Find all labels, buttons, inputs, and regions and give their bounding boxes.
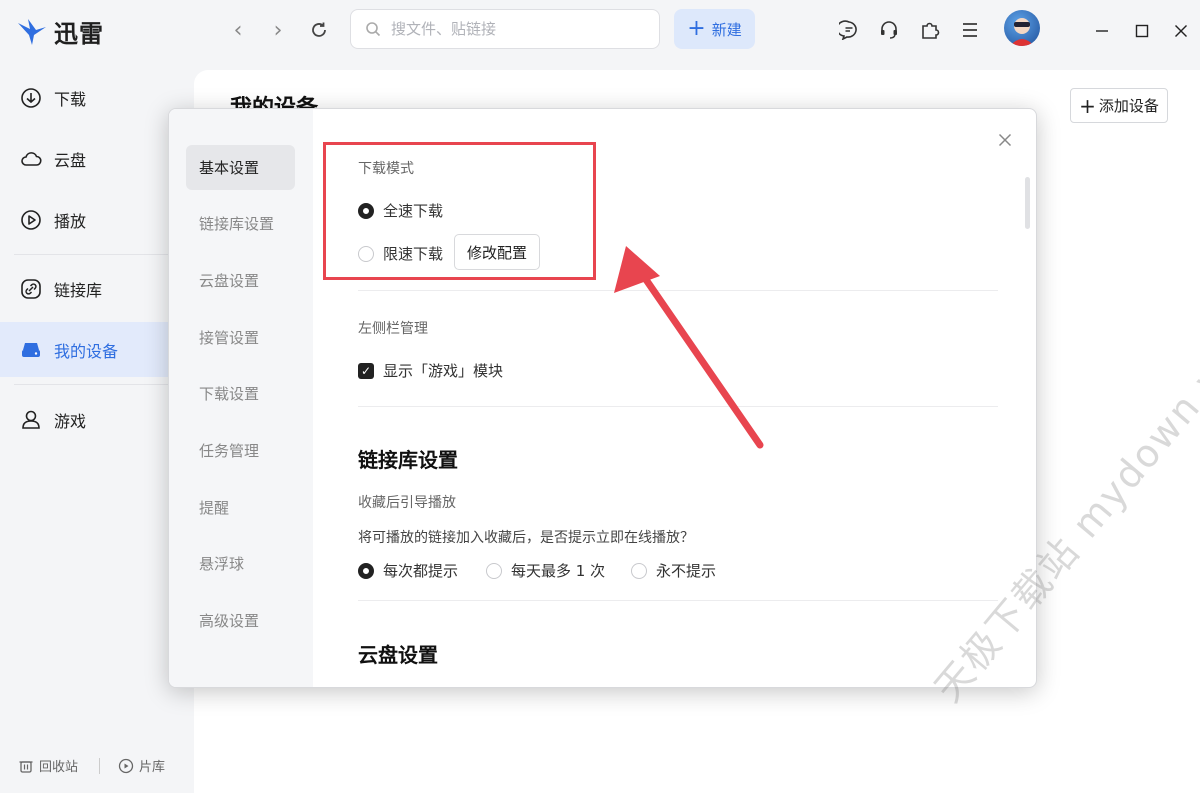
settings-nav: 基本设置 链接库设置 云盘设置 接管设置 下载设置 任务管理 提醒 悬浮球 高级… [169, 109, 313, 687]
link-icon [21, 278, 41, 299]
show-games-checkbox[interactable]: ✓ 显示「游戏」模块 [358, 360, 503, 381]
settings-nav-reminders[interactable]: 提醒 [186, 485, 295, 530]
app-logo: 迅雷 [16, 14, 104, 49]
settings-dialog: 基本设置 链接库设置 云盘设置 接管设置 下载设置 任务管理 提醒 悬浮球 高级… [168, 108, 1037, 688]
minimize-button[interactable] [1089, 18, 1115, 44]
user-icon [22, 410, 40, 429]
sidebar-item-my-devices[interactable]: 我的设备 [0, 322, 190, 377]
close-icon [1175, 25, 1187, 37]
menu-button[interactable] [957, 17, 983, 43]
download-icon [21, 87, 41, 108]
film-library-icon [118, 758, 134, 773]
radio-unselected-icon [486, 562, 502, 579]
settings-nav-takeover[interactable]: 接管设置 [186, 315, 295, 360]
settings-nav-download[interactable]: 下载设置 [186, 371, 295, 416]
settings-nav-advanced[interactable]: 高级设置 [186, 598, 295, 643]
sidebar-item-games[interactable]: 游戏 [0, 392, 194, 447]
sidebar-item-label: 我的设备 [54, 341, 119, 361]
search-box[interactable] [350, 9, 660, 49]
hamburger-menu-icon [963, 23, 977, 37]
recycle-bin-link[interactable]: 回收站 [18, 756, 78, 775]
sidebar-item-cloud[interactable]: 云盘 [0, 131, 194, 186]
avatar-icon [1010, 18, 1034, 46]
guide-play-label: 收藏后引导播放 [358, 495, 456, 511]
sidebar-item-label: 云盘 [54, 150, 87, 170]
chevron-right-icon: › [273, 17, 283, 43]
link-library-section-title: 链接库设置 [358, 448, 458, 472]
film-library-label: 片库 [139, 760, 166, 775]
radio-unselected-icon [631, 562, 647, 579]
recycle-bin-label: 回收站 [39, 760, 79, 775]
radio-daily-prompt-label: 每天最多 1 次 [511, 562, 606, 580]
new-task-button[interactable]: + 新建 [674, 9, 755, 49]
forward-button[interactable]: › [266, 17, 290, 43]
chevron-left-icon: ‹ [233, 17, 243, 43]
settings-nav-cloud[interactable]: 云盘设置 [186, 258, 295, 303]
cloud-icon [21, 151, 42, 166]
settings-nav-link-library[interactable]: 链接库设置 [186, 201, 295, 246]
radio-always-prompt-label: 每次都提示 [383, 562, 459, 580]
search-icon [366, 22, 381, 37]
radio-never-prompt-label: 永不提示 [656, 562, 717, 580]
sidebar-item-label: 播放 [54, 211, 87, 231]
thunder-bird-icon [18, 18, 46, 45]
sidebar-item-label: 游戏 [54, 411, 87, 431]
radio-selected-icon [358, 562, 374, 579]
sidebar-divider [14, 254, 180, 255]
sidebar-management-label: 左侧栏管理 [358, 321, 428, 337]
sidebar-item-link-library[interactable]: 链接库 [0, 261, 194, 316]
plugins-button[interactable] [917, 17, 943, 43]
chat-bubble-icon [839, 20, 857, 40]
headset-icon [881, 21, 897, 39]
checkmark-icon: ✓ [358, 362, 374, 379]
add-device-label: 添加设备 [1098, 97, 1159, 115]
plus-icon: + [1079, 93, 1096, 118]
sidebar-item-play[interactable]: 播放 [0, 192, 194, 247]
maximize-icon [1135, 24, 1149, 38]
section-divider [358, 600, 998, 601]
film-library-link[interactable]: 片库 [118, 756, 165, 775]
trash-icon [19, 760, 33, 773]
app-name: 迅雷 [54, 20, 104, 48]
radio-always-prompt[interactable]: 每次都提示 [358, 560, 458, 581]
new-task-label: 新建 [711, 20, 742, 39]
settings-nav-floating-ball[interactable]: 悬浮球 [186, 541, 295, 586]
close-icon [998, 133, 1012, 147]
cloud-section-title: 云盘设置 [358, 643, 438, 667]
refresh-button[interactable] [307, 18, 331, 42]
sidebar-divider [14, 384, 180, 385]
show-games-label: 显示「游戏」模块 [383, 362, 504, 380]
minimize-icon [1096, 30, 1108, 32]
sidebar-item-label: 链接库 [54, 280, 103, 300]
sidebar: 下载 云盘 播放 链接库 我的设备 游戏 [0, 62, 194, 793]
section-divider [358, 290, 998, 291]
puzzle-icon [922, 22, 940, 39]
search-input[interactable] [389, 19, 633, 39]
guide-play-question: 将可播放的链接加入收藏后，是否提示立即在线播放？ [358, 530, 694, 546]
refresh-icon [312, 22, 326, 37]
user-avatar[interactable] [1004, 10, 1040, 46]
back-button[interactable]: ‹ [226, 17, 250, 43]
radio-daily-prompt[interactable]: 每天最多 1 次 [486, 560, 605, 581]
highlight-box [323, 142, 596, 280]
customer-service-button[interactable] [876, 17, 902, 43]
settings-nav-task-management[interactable]: 任务管理 [186, 428, 295, 473]
device-icon [22, 342, 40, 357]
sidebar-item-label: 下载 [54, 89, 87, 109]
close-window-button[interactable] [1168, 18, 1194, 44]
message-button[interactable] [836, 17, 862, 43]
play-icon [21, 209, 41, 230]
sidebar-item-download[interactable]: 下载 [0, 70, 194, 125]
maximize-button[interactable] [1129, 18, 1155, 44]
title-bar: 迅雷 ‹ › + 新建 [0, 0, 1200, 62]
section-divider [358, 406, 998, 407]
plus-icon: + [687, 16, 706, 41]
footer-divider [99, 758, 100, 774]
add-device-button[interactable]: + 添加设备 [1070, 88, 1168, 123]
dialog-scrollbar[interactable] [1025, 177, 1030, 229]
radio-never-prompt[interactable]: 永不提示 [631, 560, 716, 581]
settings-nav-basic[interactable]: 基本设置 [186, 145, 295, 190]
